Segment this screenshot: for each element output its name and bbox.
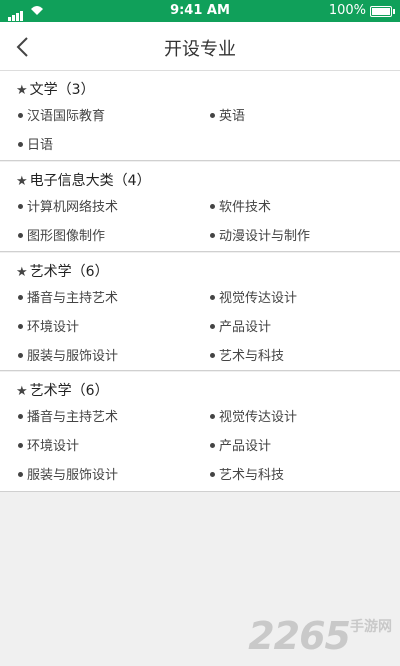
major-item[interactable]: 动漫设计与制作 xyxy=(210,225,310,244)
dot-icon xyxy=(210,443,215,448)
major-item[interactable]: 英语 xyxy=(210,105,245,124)
watermark-number: 2265 xyxy=(248,614,351,658)
dot-icon xyxy=(210,324,215,329)
major-item[interactable]: 计算机网络技术 xyxy=(18,196,118,215)
dot-icon xyxy=(210,204,215,209)
major-item[interactable]: 艺术与科技 xyxy=(210,464,284,483)
section-title: 电子信息大类（4） xyxy=(29,173,151,189)
star-icon: ★ xyxy=(16,265,28,280)
dot-icon xyxy=(18,414,23,419)
page-title: 开设专业 xyxy=(164,39,236,60)
star-icon: ★ xyxy=(16,384,28,399)
star-icon: ★ xyxy=(16,174,28,189)
dot-icon xyxy=(18,113,23,118)
dot-icon xyxy=(210,295,215,300)
major-item[interactable]: 汉语国际教育 xyxy=(18,105,105,124)
major-item[interactable]: 日语 xyxy=(18,134,53,153)
major-item[interactable]: 产品设计 xyxy=(210,435,271,454)
dot-icon xyxy=(18,233,23,238)
nav-bar: 开设专业 xyxy=(0,22,400,71)
dot-icon xyxy=(18,353,23,358)
section-header: ★ 电子信息大类（4） xyxy=(16,170,151,190)
dot-icon xyxy=(210,414,215,419)
star-icon: ★ xyxy=(16,83,28,98)
section-title: 文学（3） xyxy=(29,82,95,98)
section-arts: ★ 艺术学（6） 播音与主持艺术 视觉传达设计 环境设计 产品设计 服装与服饰设计… xyxy=(0,253,400,371)
watermark-logo: 2265手游网 xyxy=(248,614,392,658)
section-title: 艺术学（6） xyxy=(29,264,109,280)
section-electronic-information: ★ 电子信息大类（4） 计算机网络技术 软件技术 图形图像制作 动漫设计与制作 xyxy=(0,162,400,252)
dot-icon xyxy=(18,324,23,329)
major-item[interactable]: 视觉传达设计 xyxy=(210,406,297,425)
major-item[interactable]: 环境设计 xyxy=(18,316,79,335)
battery-icon xyxy=(370,6,395,17)
section-header: ★ 艺术学（6） xyxy=(16,261,109,281)
section-title: 艺术学（6） xyxy=(29,383,109,399)
dot-icon xyxy=(18,295,23,300)
section-header: ★ 文学（3） xyxy=(16,79,95,99)
major-item[interactable]: 服装与服饰设计 xyxy=(18,345,118,364)
major-item[interactable]: 播音与主持艺术 xyxy=(18,287,118,306)
section-header: ★ 艺术学（6） xyxy=(16,380,109,400)
major-item[interactable]: 环境设计 xyxy=(18,435,79,454)
section-arts-2: ★ 艺术学（6） 播音与主持艺术 视觉传达设计 环境设计 产品设计 服装与服饰设计… xyxy=(0,372,400,492)
dot-icon xyxy=(210,472,215,477)
section-literature: ★ 文学（3） 汉语国际教育 英语 日语 xyxy=(0,71,400,161)
major-item[interactable]: 播音与主持艺术 xyxy=(18,406,118,425)
battery-percentage: 100% xyxy=(328,3,366,18)
major-item[interactable]: 图形图像制作 xyxy=(18,225,105,244)
status-bar: 9:41 AM 100% xyxy=(0,0,400,22)
dot-icon xyxy=(210,113,215,118)
major-item[interactable]: 视觉传达设计 xyxy=(210,287,297,306)
dot-icon xyxy=(18,443,23,448)
dot-icon xyxy=(18,204,23,209)
dot-icon xyxy=(18,142,23,147)
dot-icon xyxy=(210,353,215,358)
major-item[interactable]: 服装与服饰设计 xyxy=(18,464,118,483)
dot-icon xyxy=(210,233,215,238)
major-item[interactable]: 软件技术 xyxy=(210,196,271,215)
major-item[interactable]: 产品设计 xyxy=(210,316,271,335)
watermark-text: 手游网 xyxy=(350,619,392,635)
major-item[interactable]: 艺术与科技 xyxy=(210,345,284,364)
dot-icon xyxy=(18,472,23,477)
